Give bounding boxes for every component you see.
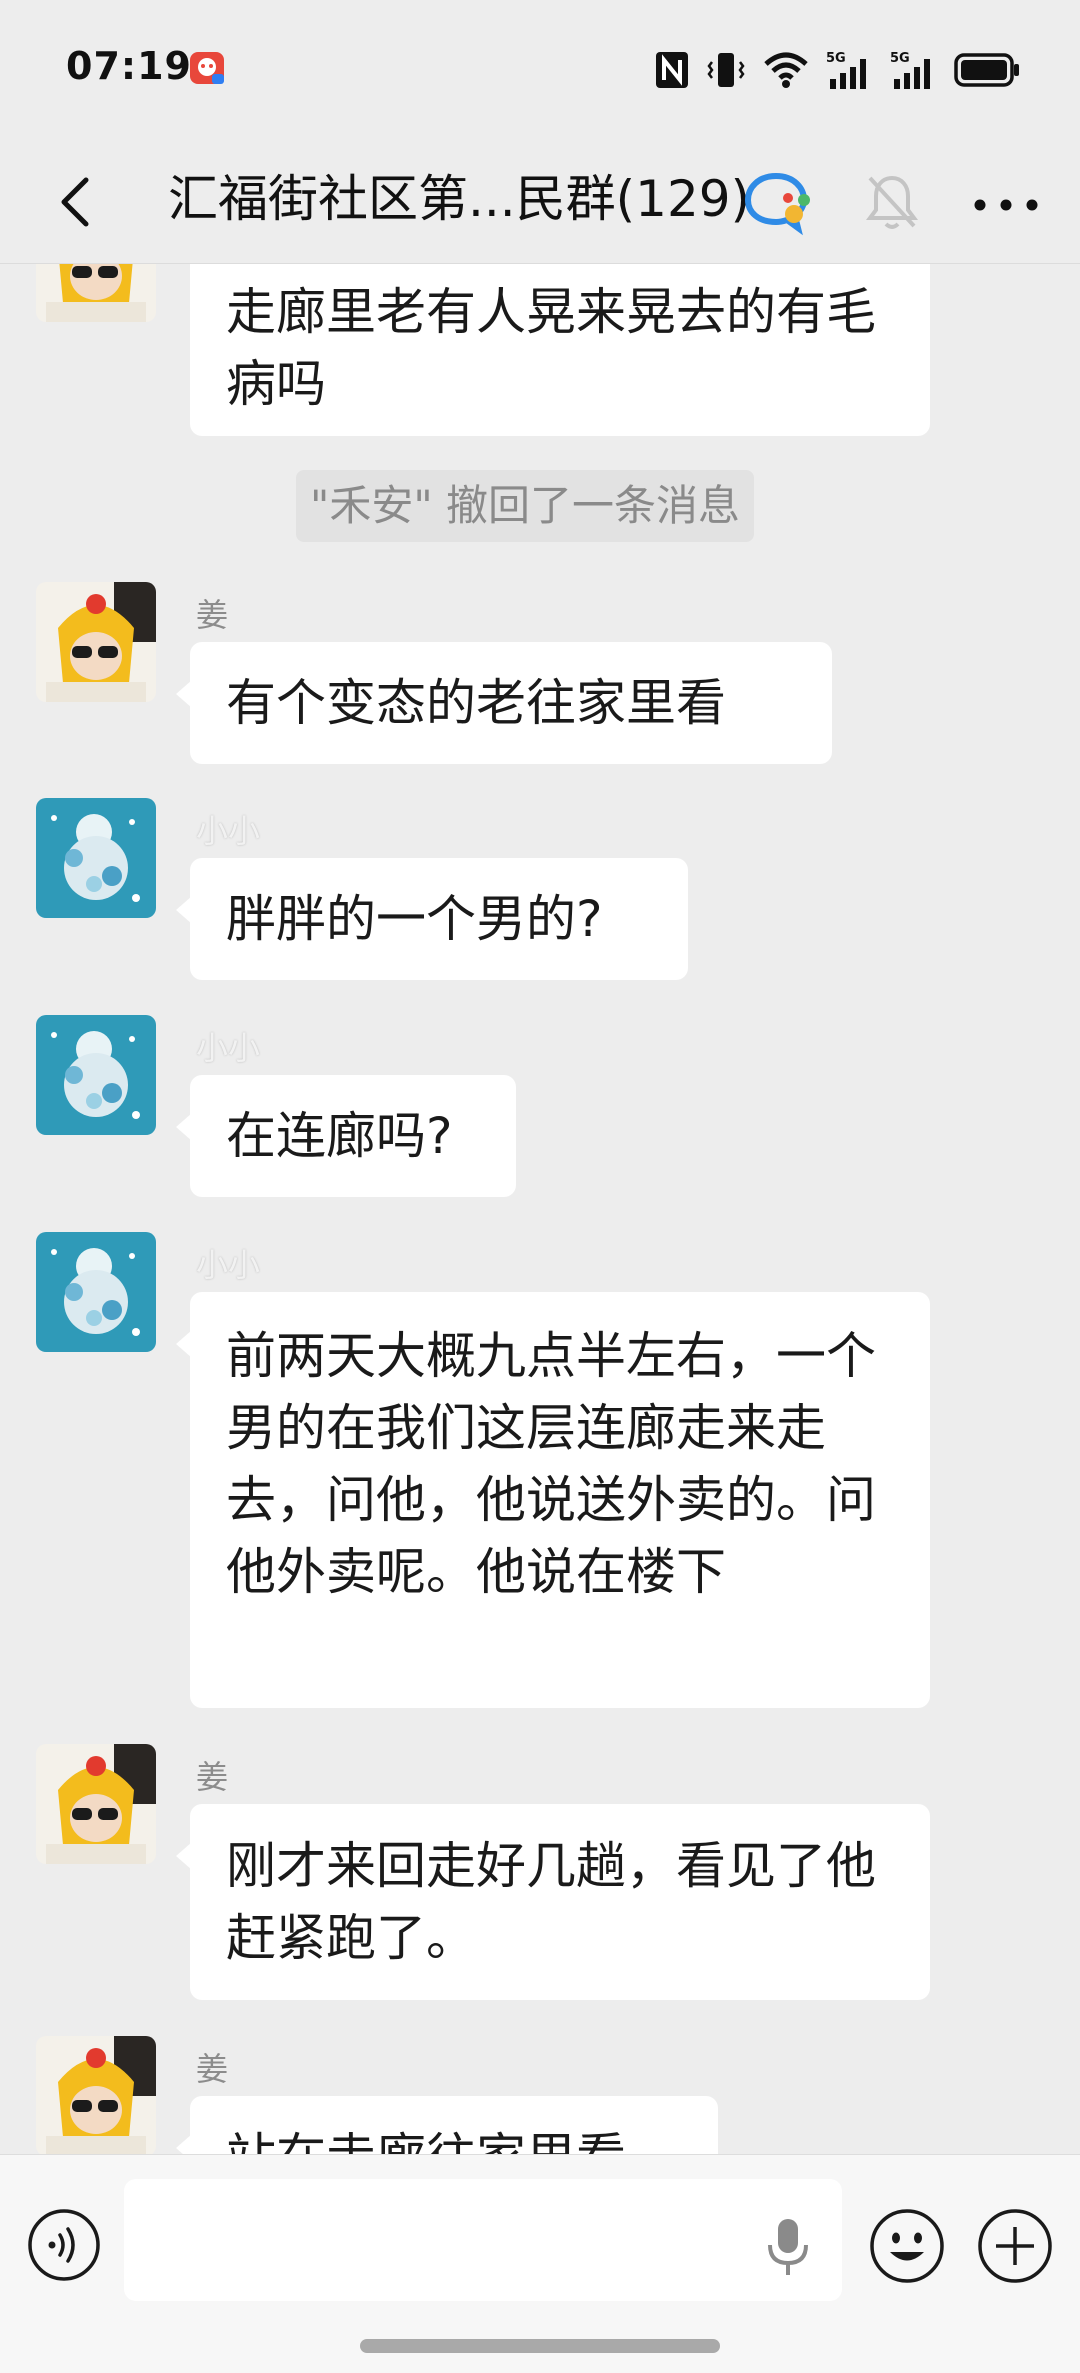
message-bubble[interactable]: 刚才来回走好几趟，看见了他赶紧跑了。 [176,1804,930,2000]
avatar[interactable] [36,798,156,918]
avatar[interactable] [36,1015,156,1135]
status-time: 07:19 [66,44,192,88]
more-dots-icon [974,199,1038,211]
nfc-icon [654,50,690,90]
blue-flower-avatar-icon [36,798,156,918]
svg-text:5G: 5G [890,51,910,66]
smiley-icon [870,2209,944,2283]
signal-5g-icon: 5G [890,49,938,91]
message-bubble[interactable]: 走廊里老有人晃来晃去的有毛病吗 [190,264,930,436]
chat-input-bar [0,2154,1080,2373]
app-notification-icon [188,48,226,86]
vibrate-icon [706,50,746,90]
blue-flower-avatar-icon [36,1015,156,1135]
signal-5g-icon: 5G [826,49,874,91]
avatar[interactable] [36,1232,156,1352]
message-bubble[interactable]: 有个变态的老往家里看 [176,642,832,764]
home-indicator[interactable] [360,2339,720,2353]
message-text: 走廊里老有人晃来晃去的有毛病吗 [226,283,876,413]
sender-name: 姜 [196,596,229,634]
sender-name: 小小 [196,1029,261,1067]
message-bubble[interactable]: 站在走廊往家里看 [176,2096,718,2154]
yellow-hat-avatar-icon [36,1744,156,1864]
message-bubble[interactable]: 前两天大概九点半左右，一个男的在我们这层连廊走来走去，问他，他说送外卖的。问他外… [176,1292,930,1708]
message-text: 胖胖的一个男的? [226,890,603,948]
avatar[interactable] [36,264,156,322]
message-input[interactable] [124,2179,842,2301]
sender-name: 小小 [196,812,261,850]
emoji-button[interactable] [868,2207,946,2285]
message-text: 站在走廊往家里看 [226,2128,626,2154]
voice-toggle-button[interactable] [26,2207,102,2283]
avatar[interactable] [36,1744,156,1864]
plus-icon [978,2209,1052,2283]
more-options-button[interactable] [964,180,1048,230]
back-button[interactable] [40,162,120,242]
voice-icon [28,2209,100,2281]
message-text: 有个变态的老往家里看 [226,674,726,732]
microphone-icon[interactable] [764,2215,812,2279]
system-recall-notice: "禾安" 撤回了一条消息 [296,470,754,542]
sender-name: 姜 [196,1758,229,1796]
message-bubble[interactable]: 胖胖的一个男的? [176,858,688,980]
status-icons: 5G 5G [654,48,1020,92]
chat-header: 汇福街社区第...民群(129) [0,140,1080,264]
group-channel-icon[interactable] [744,170,814,236]
sender-name: 姜 [196,2050,229,2088]
svg-text:5G: 5G [826,51,846,66]
yellow-hat-avatar-icon [36,2036,156,2154]
avatar[interactable] [36,582,156,702]
avatar[interactable] [36,2036,156,2154]
status-bar: 07:19 5G 5G [0,0,1080,140]
message-bubble[interactable]: 在连廊吗? [176,1075,516,1197]
more-actions-button[interactable] [976,2207,1054,2285]
mute-bell-icon[interactable] [862,170,922,234]
message-text: 在连廊吗? [226,1107,453,1165]
blue-flower-avatar-icon [36,1232,156,1352]
message-list[interactable]: 走廊里老有人晃来晃去的有毛病吗 "禾安" 撤回了一条消息 姜 有个变态的老往家里… [0,264,1080,2154]
yellow-hat-avatar-icon [36,582,156,702]
yellow-hat-avatar-icon [36,264,156,322]
message-text: 前两天大概九点半左右，一个男的在我们这层连廊走来走去，问他，他说送外卖的。问他外… [226,1327,876,1601]
message-text: 刚才来回走好几趟，看见了他赶紧跑了。 [226,1837,876,1967]
battery-icon [954,52,1020,88]
wifi-icon [762,50,810,90]
chevron-left-icon [61,177,89,227]
chat-title[interactable]: 汇福街社区第...民群(129) [168,164,750,234]
sender-name: 小小 [196,1246,261,1284]
